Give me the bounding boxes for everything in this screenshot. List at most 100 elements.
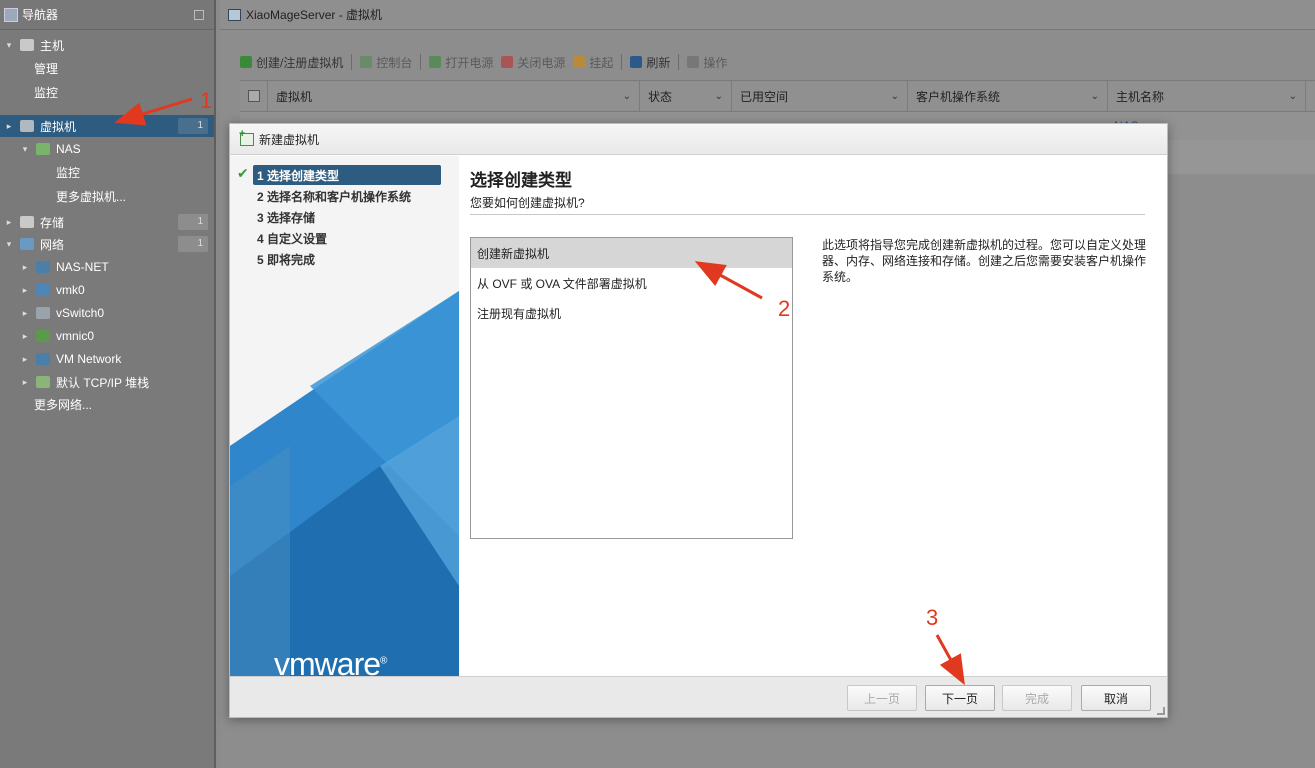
chevron-down-icon: ⌄ bbox=[714, 90, 723, 102]
nav-item-label: 监控 bbox=[56, 165, 81, 180]
nav-item-label: 管理 bbox=[34, 61, 59, 76]
grid-header: 虚拟机 ⌄ 状态 ⌄ 已用空间 ⌄ 客户机操作系统 ⌄ 主机名称 ⌄ bbox=[240, 80, 1315, 112]
toolbar-separator bbox=[351, 54, 353, 70]
nav-item-icon bbox=[20, 120, 34, 132]
new-vm-icon bbox=[239, 128, 254, 146]
content-subtitle: 您要如何创建虚拟机? bbox=[470, 196, 585, 210]
nav-item-icon bbox=[20, 39, 34, 51]
chevron-right-icon[interactable]: ▸ bbox=[4, 217, 14, 228]
toolbar-create-vm-button[interactable]: 创建/注册虚拟机 bbox=[240, 54, 343, 71]
vmware-logo: vmware® bbox=[274, 646, 387, 677]
nav-item-label: 虚拟机 bbox=[40, 119, 77, 134]
nav-item[interactable]: 管理 bbox=[0, 57, 214, 79]
column-guest-os-label: 客户机操作系统 bbox=[916, 89, 1001, 104]
toolbar-suspend-button[interactable]: 挂起 bbox=[573, 54, 613, 71]
chevron-right-icon[interactable]: ▸ bbox=[20, 377, 30, 388]
nav-item[interactable]: ▸ 默认 TCP/IP 堆栈 bbox=[0, 371, 214, 393]
column-used-space[interactable]: 已用空间 ⌄ bbox=[732, 81, 908, 111]
collapse-icon[interactable] bbox=[194, 9, 204, 20]
resize-grip-icon[interactable] bbox=[1157, 707, 1165, 715]
nav-item-label: NAS-NET bbox=[56, 260, 109, 274]
wizard-steps: ✔ 1 选择创建类型 2 选择名称和客户机操作系统 3 选择存储 4 自定义设置… bbox=[230, 156, 459, 677]
nav-item-icon bbox=[36, 330, 50, 342]
wizard-content: 选择创建类型 您要如何创建虚拟机? 创建新虚拟机 从 OVF 或 OVA 文件部… bbox=[470, 156, 1160, 677]
option-description: 此选项将指导您完成创建新虚拟机的过程。您可以自定义处理器、内存、网络连接和存储。… bbox=[822, 238, 1147, 284]
dialog-title: 新建虚拟机 bbox=[259, 132, 320, 147]
nav-item-label: NAS bbox=[56, 142, 81, 156]
cancel-button[interactable]: 取消 bbox=[1081, 685, 1151, 711]
nav-item[interactable]: ▾ 网络 1 bbox=[0, 233, 214, 255]
toolbar-separator bbox=[420, 54, 422, 70]
chevron-right-icon[interactable]: ▸ bbox=[20, 308, 30, 319]
nav-item[interactable]: ▸ 虚拟机 1 bbox=[0, 115, 214, 137]
chevron-down-icon[interactable]: ▾ bbox=[4, 40, 14, 51]
dialog-title-bar[interactable]: 新建虚拟机 bbox=[230, 124, 1167, 155]
nav-item[interactable]: 更多虚拟机... bbox=[0, 185, 214, 207]
nav-item-label: vSwitch0 bbox=[56, 306, 105, 320]
column-used-space-label: 已用空间 bbox=[740, 89, 789, 104]
nav-item[interactable]: ▾ 主机 bbox=[0, 34, 214, 56]
select-all-checkbox[interactable] bbox=[248, 90, 260, 102]
column-guest-os[interactable]: 客户机操作系统 ⌄ bbox=[908, 81, 1108, 111]
nav-item-icon bbox=[36, 261, 50, 273]
toolbar-label: 刷新 bbox=[646, 55, 671, 70]
navigator-panel: 导航器 ▾ 主机管理监控 ▸ 虚拟机 1 ▾ NAS 监控更多虚拟机... ▸ 存储 1 ▾ 网络 1 ▸ N… bbox=[0, 0, 216, 768]
nav-item[interactable]: ▸ VM Network bbox=[0, 348, 214, 370]
step-name-os: 2 选择名称和客户机操作系统 bbox=[257, 189, 412, 204]
finish-button[interactable]: 完成 bbox=[1002, 685, 1072, 711]
nav-item-label: 更多网络... bbox=[34, 397, 93, 412]
chevron-down-icon: ⌄ bbox=[1288, 90, 1297, 102]
step-select-type[interactable]: 1 选择创建类型 bbox=[253, 165, 441, 185]
nav-item[interactable]: ▾ NAS bbox=[0, 138, 214, 160]
column-vm-label: 虚拟机 bbox=[276, 89, 313, 104]
next-button[interactable]: 下一页 bbox=[925, 685, 995, 711]
nav-item[interactable]: ▸ vmnic0 bbox=[0, 325, 214, 347]
column-vm[interactable]: 虚拟机 ⌄ bbox=[268, 81, 640, 111]
chevron-right-icon[interactable]: ▸ bbox=[20, 262, 30, 273]
chevron-right-icon[interactable]: ▸ bbox=[20, 354, 30, 365]
navigator-title: 导航器 bbox=[22, 8, 59, 22]
toolbar-power-off-button[interactable]: 关闭电源 bbox=[501, 54, 565, 71]
nav-item-label: 默认 TCP/IP 堆栈 bbox=[56, 375, 150, 390]
main-header: XiaoMageServer - 虚拟机 bbox=[220, 0, 1315, 30]
prev-button[interactable]: 上一页 bbox=[847, 685, 917, 711]
chevron-right-icon[interactable]: ▸ bbox=[20, 331, 30, 342]
toolbar-console-button[interactable]: 控制台 bbox=[360, 54, 412, 71]
nav-item-icon bbox=[36, 353, 50, 365]
vmware-logo-text: vmware bbox=[274, 646, 381, 677]
nav-item[interactable]: ▸ NAS-NET bbox=[0, 256, 214, 278]
nav-item[interactable]: ▸ vmk0 bbox=[0, 279, 214, 301]
step-storage: 3 选择存储 bbox=[257, 210, 316, 225]
toolbar-label: 控制台 bbox=[376, 55, 413, 70]
option-create-new-vm[interactable]: 创建新虚拟机 bbox=[471, 238, 792, 268]
count-badge: 1 bbox=[178, 214, 208, 230]
nav-item[interactable]: 监控 bbox=[0, 161, 214, 183]
option-register-vm[interactable]: 注册现有虚拟机 bbox=[471, 298, 792, 328]
nav-item[interactable]: ▸ 存储 1 bbox=[0, 211, 214, 233]
column-status-label: 状态 bbox=[648, 89, 673, 104]
toolbar-separator bbox=[678, 54, 680, 70]
annotation-3: 3 bbox=[926, 605, 939, 630]
toolbar-power-on-button[interactable]: 打开电源 bbox=[429, 54, 493, 71]
toolbar-refresh-button[interactable]: 刷新 bbox=[630, 54, 670, 71]
column-hostname[interactable]: 主机名称 ⌄ bbox=[1108, 81, 1306, 111]
gear-icon bbox=[687, 56, 700, 68]
nav-item[interactable]: 监控 bbox=[0, 81, 214, 103]
divider bbox=[470, 214, 1145, 215]
select-all-cell bbox=[240, 81, 268, 111]
column-status[interactable]: 状态 ⌄ bbox=[640, 81, 732, 111]
chevron-down-icon: ⌄ bbox=[890, 90, 899, 102]
navigator-header: 导航器 bbox=[0, 0, 214, 30]
nav-item[interactable]: 更多网络... bbox=[0, 393, 214, 415]
toolbar-label: 创建/注册虚拟机 bbox=[256, 55, 344, 70]
nav-item-icon bbox=[36, 307, 50, 319]
chevron-down-icon[interactable]: ▾ bbox=[4, 239, 14, 250]
nav-item[interactable]: ▸ vSwitch0 bbox=[0, 302, 214, 324]
content-title: 选择创建类型 bbox=[470, 171, 572, 190]
chevron-right-icon[interactable]: ▸ bbox=[4, 121, 14, 132]
nav-item-label: VM Network bbox=[56, 352, 122, 366]
chevron-down-icon[interactable]: ▾ bbox=[20, 144, 30, 155]
option-deploy-ovf[interactable]: 从 OVF 或 OVA 文件部署虚拟机 bbox=[471, 268, 792, 298]
toolbar-gear-button[interactable]: 操作 bbox=[687, 54, 727, 71]
chevron-right-icon[interactable]: ▸ bbox=[20, 285, 30, 296]
